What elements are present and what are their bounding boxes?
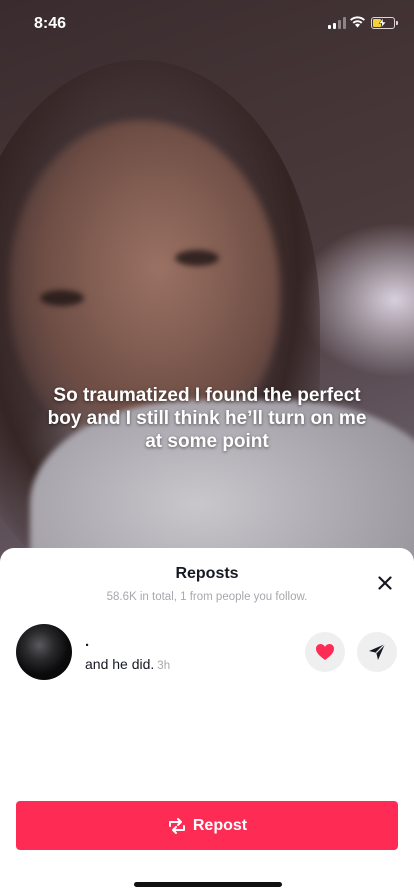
repost-username[interactable]: . <box>85 633 89 650</box>
repost-time: 3h <box>157 660 171 672</box>
status-time: 8:46 <box>34 15 67 32</box>
video-eye-left <box>40 290 84 306</box>
sheet-title: Reposts <box>175 565 239 582</box>
cellular-signal-icon <box>328 17 346 29</box>
repost-label: Repost <box>192 816 248 834</box>
repost-button[interactable]: Repost <box>16 801 398 850</box>
home-indicator[interactable] <box>134 882 282 887</box>
charging-bolt-icon <box>378 18 387 28</box>
video-eye-right <box>175 250 219 266</box>
close-button[interactable] <box>374 572 396 594</box>
heart-icon <box>316 644 334 660</box>
close-icon <box>378 576 392 590</box>
sheet-subtitle: 58.6K in total, 1 from people you follow… <box>106 591 308 603</box>
battery-icon <box>371 17 398 29</box>
status-bar: 8:46 <box>0 0 414 48</box>
send-button[interactable] <box>357 632 397 672</box>
avatar[interactable] <box>16 624 72 680</box>
send-icon <box>369 643 386 660</box>
video-caption: So traumatized I found the perfect boy a… <box>47 385 367 452</box>
repost-comment: and he did. 3h <box>85 656 170 672</box>
reposts-sheet: Reposts 58.6K in total, 1 from people yo… <box>0 548 414 896</box>
like-button[interactable] <box>305 632 345 672</box>
repost-icon <box>168 817 185 834</box>
repost-comment-text: and he did. <box>85 656 155 672</box>
wifi-icon <box>350 16 365 28</box>
list-item[interactable]: . and he did. 3h <box>0 622 414 682</box>
